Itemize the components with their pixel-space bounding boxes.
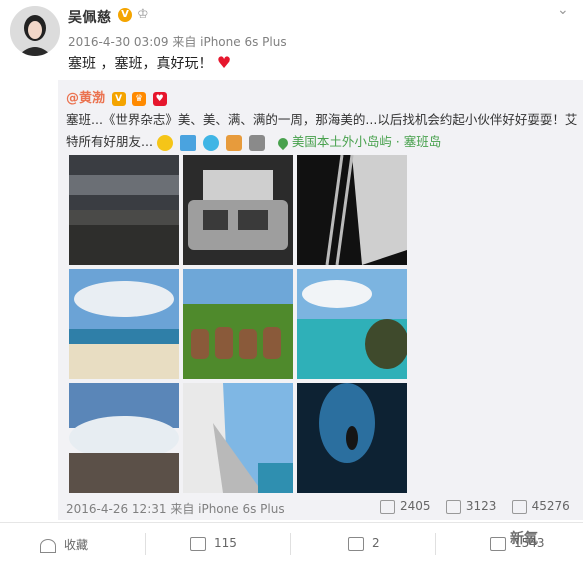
sunglasses-emoji-icon [156,134,173,151]
watermark: 新氧 [510,531,538,547]
member-icon: ♔ [137,7,149,22]
verified-icon: V [118,8,132,22]
camera-emoji-icon [248,134,265,151]
repost-text-line2-body: 特所有好朋友... [66,134,153,149]
photo-tile-4[interactable] [69,269,179,379]
divider [290,533,291,555]
post-text-body: 塞班 ，塞班，真好玩！ [68,56,213,72]
photo-toy-figures-grass [183,269,293,379]
photo-rv-and-building [183,155,293,265]
photo-tile-2[interactable] [183,155,293,265]
repost-text-line1: 塞班...《世界杂志》美、美、满、满的一周，那海美的...以后找机会约起小伙伴好… [66,112,578,127]
share-count: 115 [214,536,237,550]
emoji-row [156,134,268,151]
share-icon [190,536,206,551]
thumbs-up-icon [490,536,506,551]
airplane-emoji-icon [179,134,196,151]
comment-count: 2 [372,536,380,550]
vip-icon: ♛ [132,91,147,106]
repost-stats: 2405 3123 45276 [380,499,570,514]
comment-button[interactable]: 2 [348,536,380,551]
repost-count[interactable]: 2405 [400,499,431,513]
beer-emoji-icon [225,134,242,151]
repost-author[interactable]: @黄渤 [66,91,105,106]
post-timestamp[interactable]: 2016-4-30 03:09 来自 iPhone 6s Plus [68,33,287,50]
photo-tile-3[interactable] [297,155,407,265]
photo-boat-stairs-sky [183,383,293,493]
repost-text-line2: 特所有好朋友... 美国本土外小岛屿 · 塞班岛 [66,131,441,151]
like-count[interactable]: 45276 [532,499,570,513]
photo-tile-9[interactable] [297,383,407,493]
heart-icon: ♥ [216,53,232,72]
comment-count[interactable]: 3123 [466,499,497,513]
location-link[interactable]: 美国本土外小岛屿 · 塞班岛 [292,134,441,149]
chevron-down-icon[interactable]: ⌄ [557,2,569,18]
photo-beach-clouds [69,269,179,379]
avatar[interactable] [10,6,60,56]
comment-icon [445,499,461,514]
photo-waves-crashing-rocks [69,383,179,493]
post-text: 塞班 ，塞班，真好玩！ ♥ [68,53,231,73]
avatar-photo [10,6,60,56]
repost-timestamp[interactable]: 2016-4-26 12:31 来自 iPhone 6s Plus [66,500,285,517]
music-note-emoji-icon [202,134,219,151]
verified-icon: V [111,91,126,106]
star-icon [40,538,56,553]
photo-tile-5[interactable] [183,269,293,379]
repost-author-row: @黄渤 V ♛ ♥ [66,87,167,106]
photo-tile-1[interactable] [69,155,179,265]
favorite-label: 收藏 [64,538,89,552]
like-icon [511,499,527,514]
divider [435,533,436,555]
share-button[interactable]: 115 [190,536,237,551]
divider [145,533,146,555]
repost-icon [380,499,395,514]
photo-underwater-cave-diver [297,383,407,493]
photo-tile-6[interactable] [297,269,407,379]
photo-dark-sky-rocky-shore [69,155,179,265]
post-username[interactable]: 吴佩慈 [68,7,112,27]
photo-tile-8[interactable] [183,383,293,493]
photo-tile-7[interactable] [69,383,179,493]
location-pin-icon [275,135,290,150]
comment-icon [348,536,364,551]
photo-lagoon-rocks [297,269,407,379]
photo-bw-ladder-sail [297,155,407,265]
favorite-button[interactable]: 收藏 [40,536,88,553]
award-icon: ♥ [152,91,167,106]
